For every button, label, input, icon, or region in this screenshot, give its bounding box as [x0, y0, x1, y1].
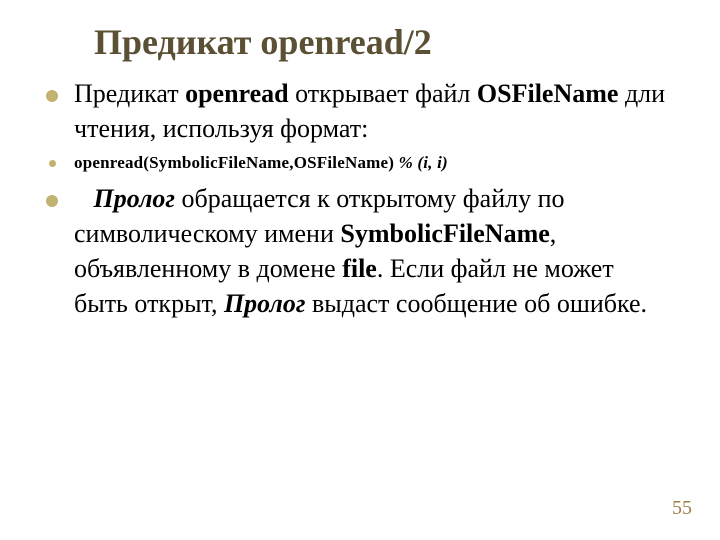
- text-run: openread: [185, 79, 289, 108]
- text-run: выдаст сообщение об ошибке.: [305, 289, 647, 318]
- text-run: Предикат: [74, 79, 185, 108]
- text-run: OSFileName: [477, 79, 619, 108]
- text-run: % (i, i): [399, 153, 448, 172]
- list-item-text: Пролог обращается к открытому файлу по с…: [74, 184, 647, 318]
- bullet-icon: [46, 195, 58, 207]
- text-run: открывает файл: [289, 79, 477, 108]
- slide-title: Предикат openread/2: [94, 24, 674, 62]
- bullet-icon: [46, 90, 58, 102]
- text-run: SymbolicFileName: [340, 219, 549, 248]
- text-run: Пролог: [224, 289, 306, 318]
- list-item: Пролог обращается к открытому файлу по с…: [46, 181, 674, 321]
- body-list: Предикат openread открывает файл OSFileN…: [46, 76, 674, 322]
- text-run: file: [342, 254, 377, 283]
- list-item-text: Предикат openread открывает файл OSFileN…: [74, 79, 665, 143]
- text-run: [74, 184, 94, 213]
- list-item: openread(SymbolicFileName,OSFileName) % …: [46, 152, 674, 175]
- slide: Предикат openread/2 Предикат openread от…: [0, 0, 720, 540]
- text-run: openread(SymbolicFileName,OSFileName): [74, 153, 399, 172]
- list-item: Предикат openread открывает файл OSFileN…: [46, 76, 674, 146]
- bullet-icon: [49, 160, 56, 167]
- text-run: Пролог: [94, 184, 176, 213]
- page-number: 55: [672, 497, 692, 520]
- list-item-text: openread(SymbolicFileName,OSFileName) % …: [74, 153, 448, 172]
